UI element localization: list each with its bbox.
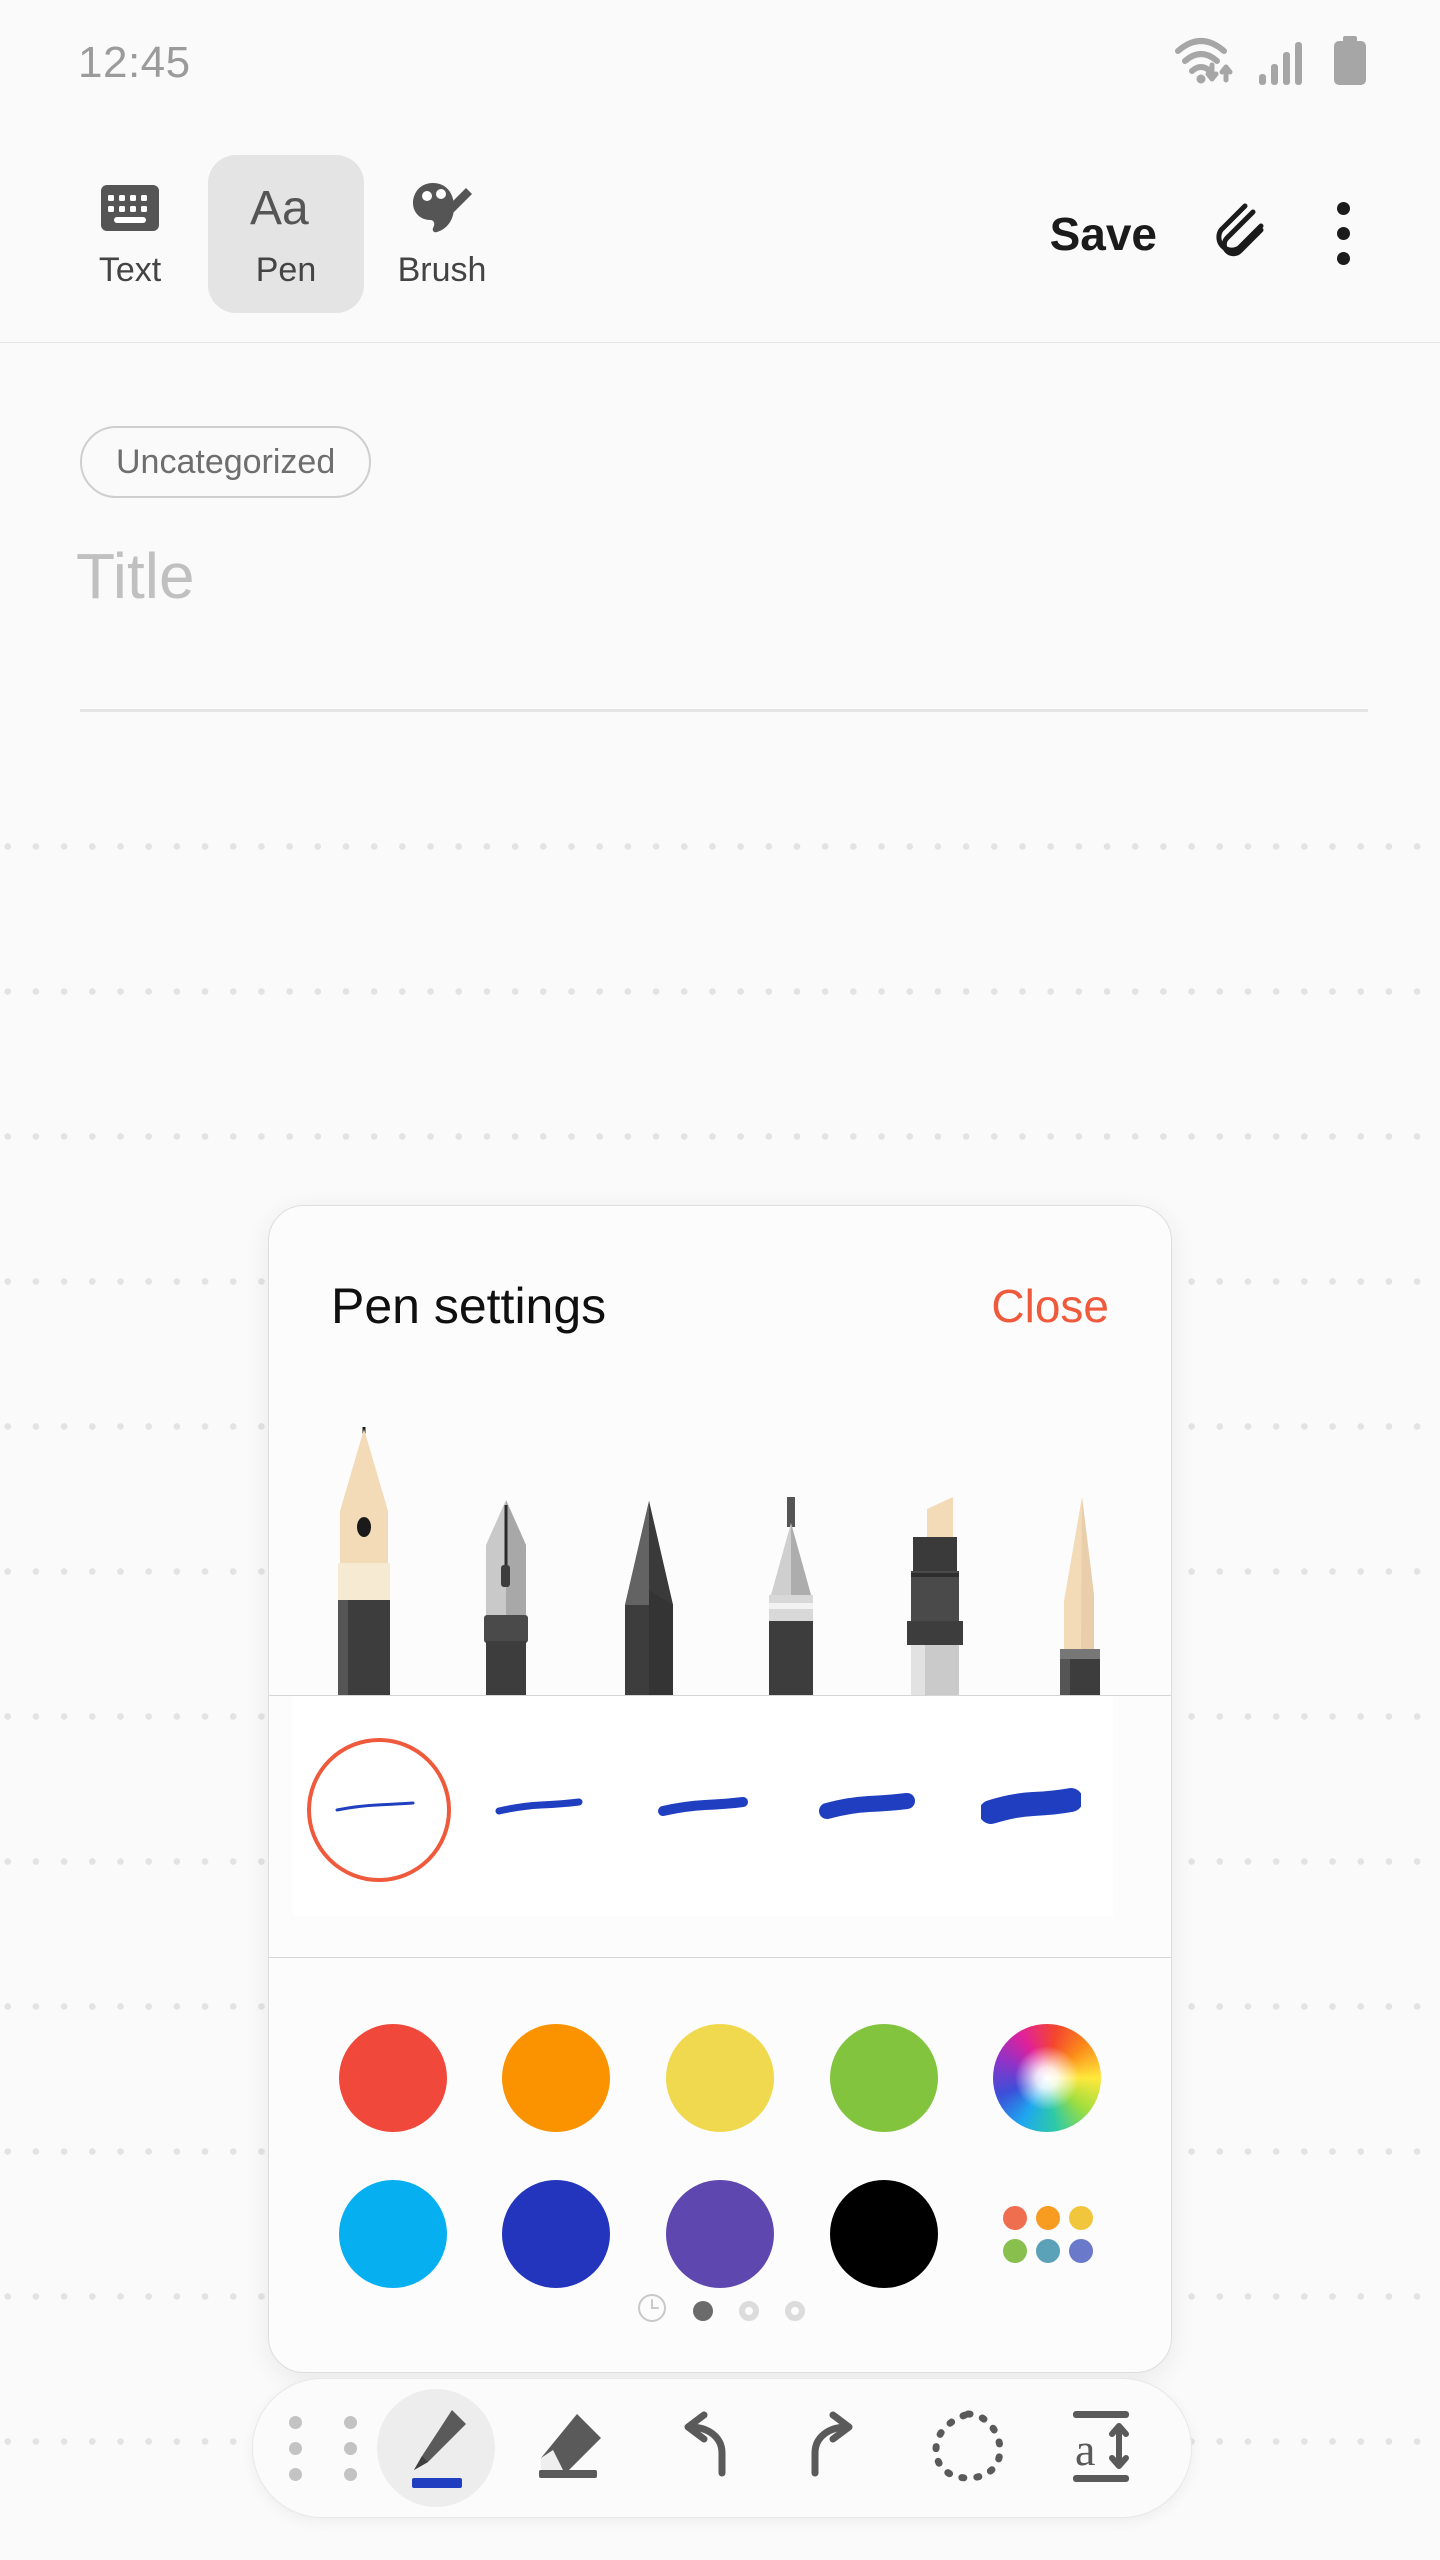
dialog-header: Pen settings Close <box>269 1206 1171 1406</box>
pen-type-mechanical-pencil[interactable] <box>732 1405 850 1695</box>
tab-pen[interactable]: Aa Pen <box>208 154 364 313</box>
palette-grid-icon <box>1003 2205 1094 2263</box>
stroke-width-5[interactable] <box>965 1696 1097 1916</box>
pen-type-brush-pen[interactable] <box>1017 1405 1135 1695</box>
tab-brush-label: Brush <box>397 251 487 289</box>
more-dot-2 <box>1337 227 1350 240</box>
more-dot-3 <box>1337 252 1350 265</box>
color-swatch-red[interactable] <box>334 2019 452 2137</box>
title-input[interactable]: Title <box>76 539 195 613</box>
color-dot-light-blue <box>338 2180 447 2288</box>
tab-text-label: Text <box>98 251 162 289</box>
mode-tabs: Text Aa Pen Brush <box>0 154 520 313</box>
color-dot-green <box>829 2024 938 2132</box>
pen-type-pencil[interactable] <box>590 1405 708 1695</box>
stroke-width-2[interactable] <box>473 1696 605 1916</box>
close-button[interactable]: Close <box>991 1279 1109 1333</box>
stroke-width-1[interactable] <box>307 1696 451 1916</box>
color-dot-red <box>338 2024 447 2132</box>
stroke-width-3[interactable] <box>637 1696 769 1916</box>
page-dot-2[interactable] <box>739 2300 759 2321</box>
category-chip[interactable]: Uncategorized <box>80 426 372 498</box>
color-swatch-purple[interactable] <box>661 2175 779 2293</box>
more-button[interactable] <box>1301 202 1378 265</box>
bottom-toolbar: a <box>252 2378 1192 2518</box>
stroke-widths-section <box>269 1696 1171 1958</box>
eraser-icon <box>529 2406 609 2491</box>
color-dot-yellow <box>665 2024 774 2132</box>
color-swatch-yellow[interactable] <box>661 2019 779 2137</box>
color-wheel-icon <box>993 2024 1102 2132</box>
pen-type-fountain-pen[interactable] <box>305 1405 423 1695</box>
tab-brush[interactable]: Brush <box>364 155 520 313</box>
colors-section <box>269 1958 1171 2312</box>
clock-icon[interactable] <box>637 2293 667 2328</box>
color-swatch-blue[interactable] <box>497 2175 615 2293</box>
pen-tool-button[interactable] <box>369 2378 502 2518</box>
color-row-2 <box>269 2156 1171 2312</box>
pen-settings-dialog: Pen settings Close <box>268 1205 1172 2373</box>
page-dot-3[interactable] <box>785 2300 805 2321</box>
paperclip-icon <box>1209 200 1271 267</box>
stroke-width-4[interactable] <box>801 1696 933 1916</box>
toolbar-actions: Save <box>1028 200 1440 267</box>
wifi-icon <box>1174 34 1236 91</box>
status-time: 12:45 <box>78 37 191 87</box>
color-row-1 <box>269 2000 1171 2156</box>
pen-type-calligraphy-pen[interactable] <box>447 1405 565 1695</box>
svg-text:a: a <box>1075 2424 1095 2475</box>
color-swatch-black[interactable] <box>825 2175 943 2293</box>
color-swatch-light-blue[interactable] <box>334 2175 452 2293</box>
page-indicator <box>269 2293 1171 2328</box>
dialog-title: Pen settings <box>331 1278 607 1334</box>
keyboard-icon <box>101 177 159 239</box>
text-style-icon: Aa <box>250 177 322 239</box>
battery-icon <box>1332 36 1368 91</box>
eraser-tool-button[interactable] <box>502 2378 635 2518</box>
color-dot-black <box>829 2180 938 2288</box>
signal-icon <box>1258 38 1310 91</box>
top-toolbar: Text Aa Pen Brush Save <box>0 125 1440 343</box>
undo-button[interactable] <box>635 2378 768 2518</box>
attach-button[interactable] <box>1179 200 1301 267</box>
color-dot-purple <box>665 2180 774 2288</box>
more-dot-1 <box>1337 202 1350 215</box>
svg-text:Aa: Aa <box>250 182 309 235</box>
color-swatch-orange[interactable] <box>497 2019 615 2137</box>
pen-type-marker[interactable] <box>874 1405 992 1695</box>
color-dot-blue <box>502 2180 611 2288</box>
text-convert-icon: a <box>1061 2403 1141 2494</box>
tab-pen-label: Pen <box>255 251 317 289</box>
redo-button[interactable] <box>768 2378 901 2518</box>
undo-icon <box>662 2409 742 2488</box>
tab-text[interactable]: Text <box>52 155 208 313</box>
color-swatch-green[interactable] <box>825 2019 943 2137</box>
text-convert-button[interactable]: a <box>1034 2378 1167 2518</box>
palette-brush-icon <box>411 177 473 239</box>
redo-icon <box>795 2409 875 2488</box>
pen-types-row <box>269 1406 1171 1696</box>
status-icons <box>1174 34 1368 91</box>
lasso-icon <box>928 2406 1008 2491</box>
pen-icon <box>394 2398 478 2499</box>
title-underline <box>80 709 1368 712</box>
status-bar: 12:45 <box>0 0 1440 125</box>
color-dot-orange <box>502 2024 611 2132</box>
save-button[interactable]: Save <box>1028 207 1179 261</box>
drag-handle-icon[interactable] <box>277 2415 369 2481</box>
lasso-select-button[interactable] <box>901 2378 1034 2518</box>
color-swatch-color-wheel[interactable] <box>988 2019 1106 2137</box>
page-dot-1[interactable] <box>693 2300 713 2321</box>
more-colors-button[interactable] <box>988 2175 1106 2293</box>
